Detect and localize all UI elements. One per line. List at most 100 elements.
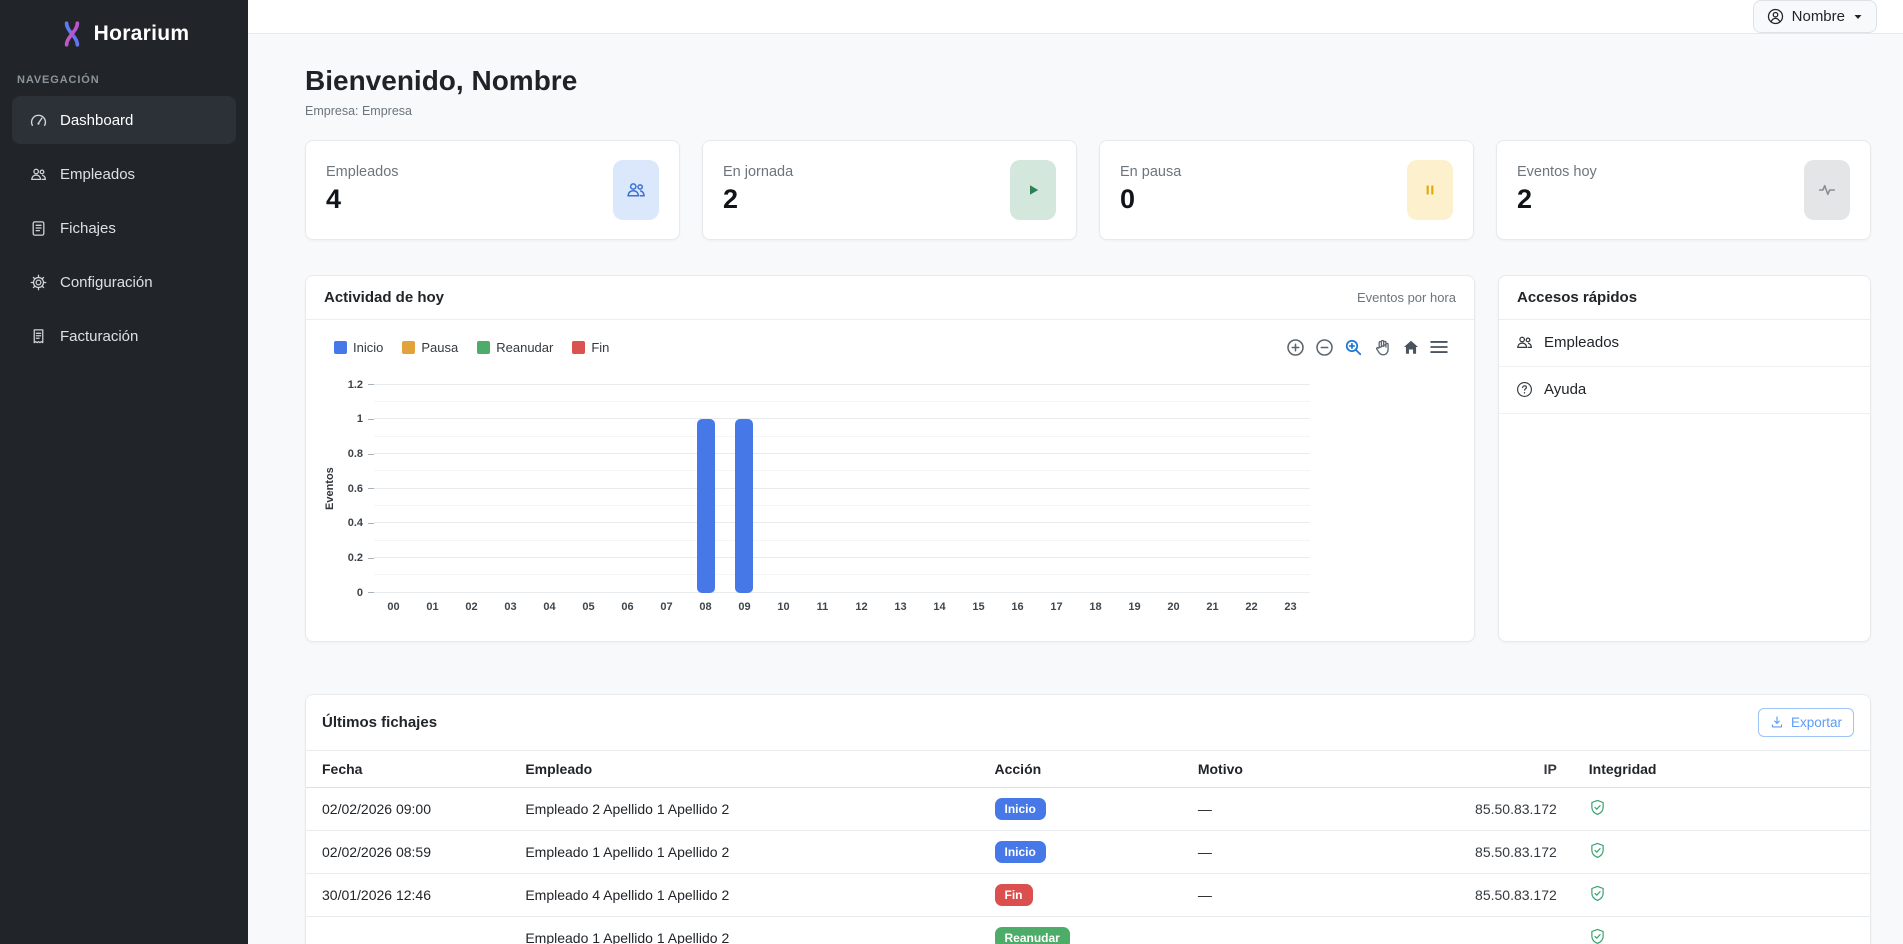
sidebar-item-label: Empleados: [60, 166, 135, 183]
x-tick-label: 15: [959, 601, 998, 613]
gridline: [374, 384, 1310, 385]
stat-label: En pausa: [1120, 164, 1181, 180]
cell-ip: 85.50.83.172: [1385, 830, 1573, 873]
cell-ip: 85.50.83.172: [1385, 787, 1573, 830]
cell-motivo: —: [1182, 830, 1385, 873]
gridline: [374, 522, 1310, 523]
activity-card-title: Actividad de hoy: [324, 289, 444, 306]
sidebar-item-fichajes[interactable]: Fichajes: [12, 204, 236, 252]
legend-item[interactable]: Fin: [572, 340, 609, 355]
pan-icon[interactable]: [1373, 338, 1392, 357]
col-header-motivo: Motivo: [1182, 750, 1385, 787]
gridline: [374, 592, 1310, 593]
gridline: [374, 557, 1310, 558]
table-row: 02/02/2026 09:00 Empleado 2 Apellido 1 A…: [306, 787, 1870, 830]
stat-value: 2: [1517, 184, 1597, 215]
zoom-out-icon[interactable]: [1315, 338, 1334, 357]
export-button[interactable]: Exportar: [1758, 708, 1854, 737]
brand-logo: Horarium: [0, 0, 248, 48]
page-title: Bienvenido, Nombre: [305, 66, 1871, 97]
y-axis-labels: 00.20.40.60.811.2: [338, 385, 374, 593]
stat-label: Empleados: [326, 164, 399, 180]
x-tick-label: 16: [998, 601, 1037, 613]
legend-item[interactable]: Inicio: [334, 340, 383, 355]
sidebar: Horarium NAVEGACIÓN Dashboard Empleados …: [0, 0, 248, 944]
x-tick-label: 00: [374, 601, 413, 613]
chart-body: Inicio Pausa Reanudar Fin: [306, 320, 1474, 641]
home-icon[interactable]: [1402, 338, 1420, 356]
zoom-in-icon[interactable]: [1286, 338, 1305, 357]
quick-link-label: Ayuda: [1544, 381, 1586, 398]
fichajes-card: Últimos fichajes Exportar Fecha Emplead: [305, 694, 1871, 944]
x-tick-label: 03: [491, 601, 530, 613]
x-tick-label: 11: [803, 601, 842, 613]
sidebar-item-label: Facturación: [60, 328, 138, 345]
cell-motivo: —: [1182, 787, 1385, 830]
legend-label: Inicio: [353, 340, 383, 355]
cell-ip: [1385, 916, 1573, 944]
user-menu-button[interactable]: Nombre: [1753, 0, 1877, 33]
quick-link-ayuda[interactable]: Ayuda: [1499, 367, 1870, 414]
x-tick-label: 20: [1154, 601, 1193, 613]
x-tick-label: 02: [452, 601, 491, 613]
y-axis-title: Eventos: [322, 385, 338, 593]
cell-ip: 85.50.83.172: [1385, 873, 1573, 916]
gridline: [374, 488, 1310, 489]
x-tick-label: 13: [881, 601, 920, 613]
gear-icon: [29, 274, 47, 291]
people-icon: [613, 160, 659, 220]
stat-label: Eventos hoy: [1517, 164, 1597, 180]
gridline: [374, 470, 1310, 471]
x-tick-label: 09: [725, 601, 764, 613]
journal-icon: [29, 220, 47, 237]
cell-fecha: 02/02/2026 08:59: [306, 830, 509, 873]
people-icon: [1516, 334, 1533, 351]
x-tick-label: 01: [413, 601, 452, 613]
quick-link-label: Empleados: [1544, 334, 1619, 351]
stat-card-en-pausa: En pausa 0: [1099, 140, 1474, 240]
stats-row: Empleados 4 En jornada 2 En pausa: [305, 140, 1871, 240]
menu-icon[interactable]: [1430, 340, 1448, 354]
sidebar-item-facturacion[interactable]: Facturación: [12, 312, 236, 360]
chart-legend: Inicio Pausa Reanudar Fin: [334, 340, 609, 355]
stat-card-empleados: Empleados 4: [305, 140, 680, 240]
fichajes-table: Fecha Empleado Acción Motivo IP Integrid…: [306, 750, 1870, 944]
legend-swatch: [477, 341, 490, 354]
accion-badge: Inicio: [995, 841, 1046, 863]
activity-card-header: Actividad de hoy Eventos por hora: [306, 276, 1474, 320]
accion-badge: Inicio: [995, 798, 1046, 820]
activity-icon: [1804, 160, 1850, 220]
person-circle-icon: [1767, 8, 1784, 25]
gridline: [374, 453, 1310, 454]
legend-label: Reanudar: [496, 340, 553, 355]
x-tick-label: 21: [1193, 601, 1232, 613]
receipt-icon: [29, 328, 47, 345]
plot-area[interactable]: [374, 385, 1310, 593]
quick-link-empleados[interactable]: Empleados: [1499, 320, 1870, 367]
legend-item[interactable]: Pausa: [402, 340, 458, 355]
sidebar-section-label: NAVEGACIÓN: [17, 74, 248, 86]
gauge-icon: [29, 112, 47, 129]
legend-label: Pausa: [421, 340, 458, 355]
x-axis-labels: 0001020304050607080910111213141516171819…: [374, 601, 1310, 613]
bar-inicio-09[interactable]: [735, 419, 753, 592]
sidebar-item-empleados[interactable]: Empleados: [12, 150, 236, 198]
stat-card-en-jornada: En jornada 2: [702, 140, 1077, 240]
people-icon: [29, 166, 47, 183]
legend-swatch: [402, 341, 415, 354]
sidebar-item-label: Configuración: [60, 274, 153, 291]
y-tick-label: 1.2: [348, 379, 374, 391]
quick-access-card: Accesos rápidos Empleados Ayuda: [1498, 275, 1871, 642]
col-header-empleado: Empleado: [509, 750, 978, 787]
table-row: Empleado 1 Apellido 1 Apellido 2 Reanuda…: [306, 916, 1870, 944]
bar-inicio-08[interactable]: [697, 419, 715, 592]
zoom-box-icon[interactable]: [1344, 338, 1363, 357]
sidebar-item-dashboard[interactable]: Dashboard: [12, 96, 236, 144]
x-tick-label: 19: [1115, 601, 1154, 613]
cell-motivo: —: [1182, 873, 1385, 916]
bar-chart: Eventos 00.20.40.60.811.2 00010203040506…: [322, 385, 1450, 613]
legend-item[interactable]: Reanudar: [477, 340, 553, 355]
chart-row: Actividad de hoy Eventos por hora Inicio…: [305, 275, 1871, 642]
sidebar-item-configuracion[interactable]: Configuración: [12, 258, 236, 306]
y-tick-label: 0.6: [348, 483, 374, 495]
